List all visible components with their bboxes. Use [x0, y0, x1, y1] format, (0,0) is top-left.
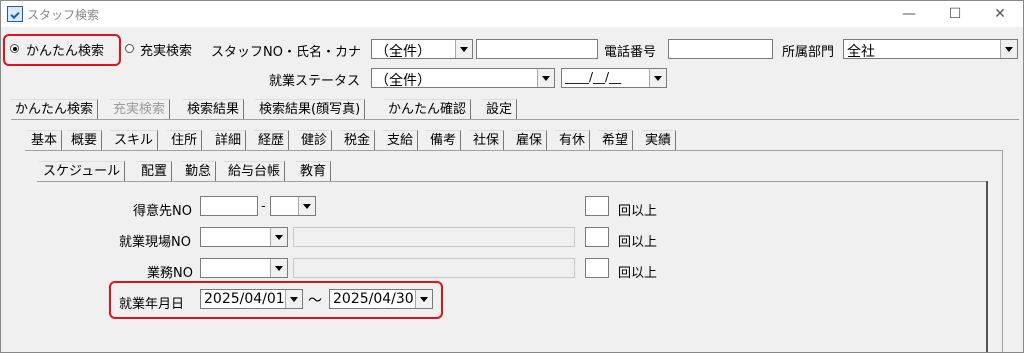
subtab-address[interactable]: 住所 — [167, 130, 203, 150]
chevron-down-icon[interactable] — [537, 69, 554, 87]
sub-tab-panel-border — [25, 150, 1003, 151]
site-count-input[interactable] — [585, 227, 609, 247]
subtab-skills[interactable]: スキル — [110, 130, 159, 150]
close-icon[interactable]: ✕ — [985, 4, 1015, 24]
highlight-date-range — [109, 281, 443, 319]
dept-label: 所属部門 — [782, 45, 835, 60]
task-name-display — [293, 258, 575, 278]
status-date-picker[interactable]: ____/__/__ — [561, 68, 667, 88]
subtab-pay[interactable]: 支給 — [383, 130, 419, 150]
subtab-tax[interactable]: 税金 — [340, 130, 376, 150]
status-select-value: （全件） — [375, 73, 431, 89]
tab-simple-confirm[interactable]: かんたん確認 — [384, 99, 472, 119]
client-count-input[interactable] — [585, 196, 609, 216]
client-no-input[interactable] — [200, 196, 258, 216]
status-date-value: ____/__/__ — [565, 70, 622, 84]
chevron-down-icon[interactable] — [298, 197, 315, 215]
chevron-down-icon[interactable] — [270, 259, 287, 277]
task-count-input[interactable] — [585, 258, 609, 278]
subtab-notes[interactable]: 備考 — [426, 130, 462, 150]
client-no-label: 得意先NO — [133, 204, 192, 219]
client-no-separator: - — [261, 199, 266, 214]
staff-search-window: スタッフ検索 — ☐ ✕ かんたん検索 充実検索 スタッフNO・氏名・カナ （全… — [0, 0, 1024, 353]
task-no-label: 業務NO — [147, 266, 193, 281]
subsubtab-placement[interactable]: 配置 — [137, 161, 173, 181]
inner-panel-border — [37, 181, 987, 182]
tab-settings[interactable]: 設定 — [482, 99, 518, 119]
staff-no-select-value: （全件） — [375, 44, 431, 60]
highlight-simple-search — [3, 34, 121, 66]
subtab-results[interactable]: 実績 — [641, 130, 677, 150]
subtab-employment-ins[interactable]: 雇保 — [512, 130, 548, 150]
subtab-history[interactable]: 経歴 — [254, 130, 290, 150]
title-bar: スタッフ検索 — ☐ ✕ — [1, 1, 1023, 27]
subsubtab-attendance[interactable]: 勤怠 — [181, 161, 217, 181]
subtab-wishes[interactable]: 希望 — [598, 130, 634, 150]
minimize-icon[interactable]: — — [894, 4, 924, 24]
site-no-select[interactable] — [200, 227, 288, 247]
status-select[interactable]: （全件） — [371, 68, 555, 89]
chevron-down-icon[interactable] — [649, 69, 666, 87]
staff-no-input[interactable] — [476, 39, 598, 59]
tab-search-results-photo[interactable]: 検索結果(顔写真) — [255, 99, 366, 119]
status-label: 就業ステータス — [269, 74, 361, 89]
tab-full-search[interactable]: 充実検索 — [109, 99, 171, 119]
full-search-label: 充実検索 — [140, 44, 193, 59]
site-name-display — [293, 227, 575, 247]
subsubtab-payroll[interactable]: 給与台帳 — [224, 161, 286, 181]
subtab-overview[interactable]: 概要 — [67, 130, 103, 150]
subtab-health[interactable]: 健診 — [297, 130, 333, 150]
subtab-basic[interactable]: 基本 — [27, 130, 63, 150]
maximize-icon[interactable]: ☐ — [940, 4, 970, 24]
subsubtab-schedule[interactable]: スケジュール — [39, 161, 126, 181]
window-title: スタッフ検索 — [27, 8, 100, 22]
tab-search-results[interactable]: 検索結果 — [183, 99, 245, 119]
inner-panel-right-border — [986, 181, 988, 352]
client-times-label: 回以上 — [618, 204, 658, 219]
client-sub-select[interactable] — [270, 196, 316, 216]
app-icon — [7, 6, 23, 22]
staff-no-label: スタッフNO・氏名・カナ — [211, 45, 361, 60]
subtab-paid-leave[interactable]: 有休 — [555, 130, 591, 150]
site-times-label: 回以上 — [618, 235, 658, 250]
phone-label: 電話番号 — [604, 45, 657, 60]
sub-tab-panel-right-border — [1002, 150, 1003, 352]
subtab-details[interactable]: 詳細 — [211, 130, 247, 150]
chevron-down-icon[interactable] — [270, 228, 287, 246]
chevron-down-icon[interactable] — [455, 40, 472, 58]
task-no-select[interactable] — [200, 258, 288, 278]
staff-no-select[interactable]: （全件） — [371, 39, 473, 60]
dept-select-value: 全社 — [847, 44, 875, 60]
dept-select[interactable]: 全社 — [843, 39, 1018, 60]
subsubtab-education[interactable]: 教育 — [296, 161, 332, 181]
chevron-down-icon[interactable] — [1000, 40, 1017, 58]
radio-full-search[interactable] — [125, 44, 134, 53]
tab-simple-search[interactable]: かんたん検索 — [11, 99, 99, 119]
subtab-social-ins[interactable]: 社保 — [469, 130, 505, 150]
main-tab-panel-border — [11, 119, 1019, 120]
phone-input[interactable] — [668, 39, 773, 59]
site-no-label: 就業現場NO — [119, 235, 191, 250]
task-times-label: 回以上 — [618, 266, 658, 281]
